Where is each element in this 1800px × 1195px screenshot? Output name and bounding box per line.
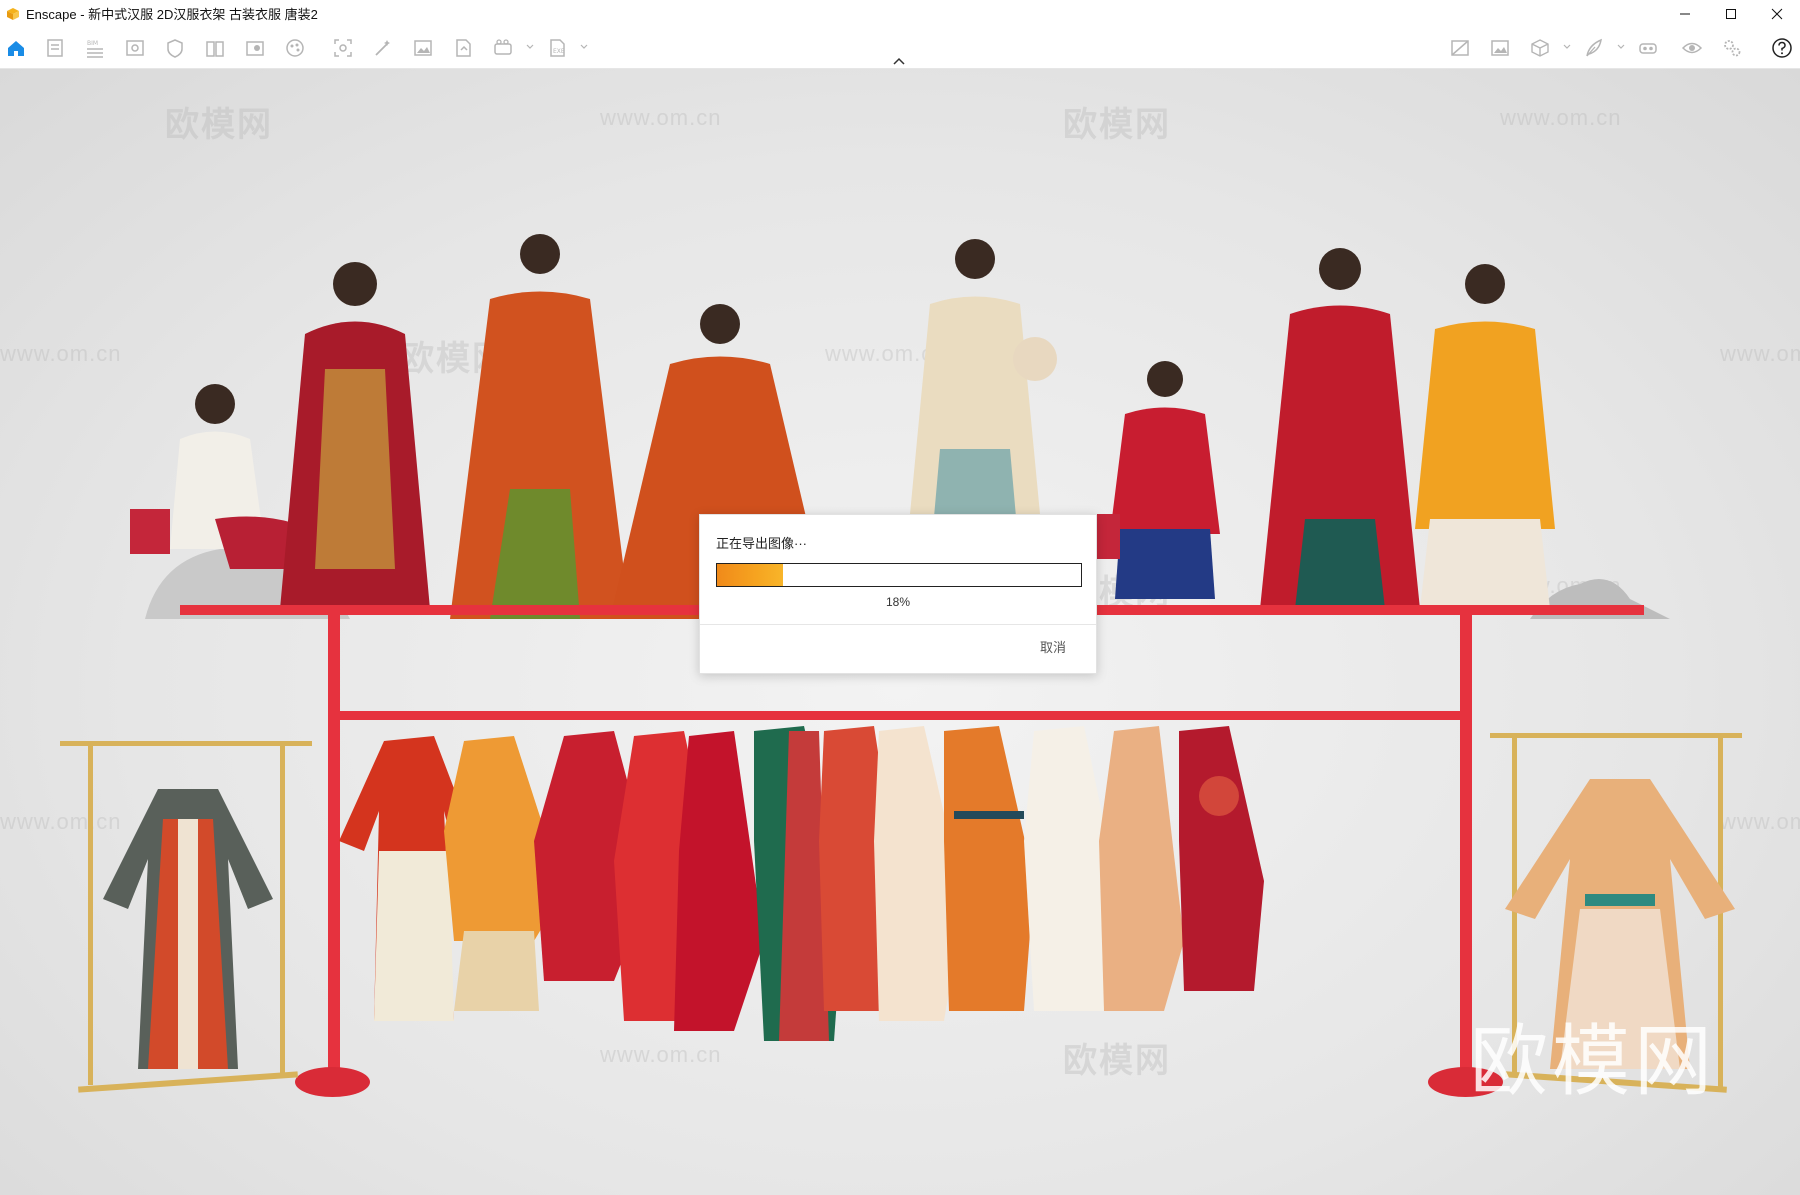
chevron-down-icon[interactable] <box>1563 43 1571 51</box>
video-icon[interactable] <box>492 37 514 59</box>
export-file-icon[interactable]: EXE <box>546 37 568 59</box>
home-icon[interactable] <box>5 37 27 59</box>
compare-icon[interactable] <box>1449 37 1471 59</box>
views-icon[interactable] <box>124 37 146 59</box>
garment-left-stand <box>103 789 273 1069</box>
export-progress-bar <box>716 563 1082 587</box>
enscape-logo-icon <box>7 7 19 20</box>
batch-render-icon[interactable] <box>372 37 394 59</box>
rack-hanging-bar <box>336 711 1464 720</box>
watermark: 欧模网 <box>1063 106 1171 144</box>
logo-watermark: 欧模网 <box>1470 1017 1717 1105</box>
watermark: www.om.cn <box>0 341 122 366</box>
sketch-icon[interactable] <box>44 37 66 59</box>
asset-library-icon[interactable] <box>244 37 266 59</box>
svg-text:EXE: EXE <box>553 48 565 55</box>
chevron-down-icon[interactable] <box>580 43 588 51</box>
window-controls <box>1662 0 1800 27</box>
watermark: www.om.cn <box>1720 341 1800 366</box>
dialog-title: 正在导出图像··· <box>716 536 807 551</box>
vr-headset-icon[interactable] <box>1637 37 1659 59</box>
cancel-button[interactable]: 取消 <box>1040 637 1066 656</box>
asset-shield-icon[interactable] <box>164 37 186 59</box>
watermark: 欧模网 <box>165 106 273 144</box>
help-icon[interactable] <box>1771 37 1793 59</box>
right-stand-top <box>1490 733 1742 738</box>
left-stand-top <box>60 741 312 746</box>
image-editor-icon[interactable] <box>1489 37 1511 59</box>
cube-icon[interactable] <box>1529 37 1551 59</box>
window-title: Enscape - 新中式汉服 2D汉服衣架 古装衣服 唐装2 <box>26 7 318 22</box>
library-icon[interactable] <box>204 37 226 59</box>
svg-text:BIM: BIM <box>87 40 98 47</box>
left-stand-post <box>88 745 93 1085</box>
dialog-divider <box>700 624 1096 625</box>
maximize-icon[interactable] <box>1708 0 1754 27</box>
export-progress-dialog: 正在导出图像··· 18% 取消 <box>699 514 1097 674</box>
chevron-down-icon[interactable] <box>1617 43 1625 51</box>
hanging-garments <box>339 726 1264 1041</box>
chevron-down-icon[interactable] <box>526 43 534 51</box>
feather-icon[interactable] <box>1583 37 1605 59</box>
watermark: www.om.cn <box>600 105 722 130</box>
export-icon[interactable] <box>452 37 474 59</box>
image-icon[interactable] <box>412 37 434 59</box>
minimize-icon[interactable] <box>1662 0 1708 27</box>
progress-percent-label: 18% <box>885 595 911 609</box>
close-icon[interactable] <box>1754 0 1800 27</box>
screenshot-icon[interactable] <box>332 37 354 59</box>
watermark: www.om.cn <box>1500 105 1622 130</box>
title-bar: Enscape - 新中式汉服 2D汉服衣架 古装衣服 唐装2 <box>0 0 1800 27</box>
settings-icon[interactable] <box>1721 37 1743 59</box>
bim-icon[interactable]: BIM <box>84 37 106 59</box>
materials-icon[interactable] <box>284 37 306 59</box>
eye-icon[interactable] <box>1681 37 1703 59</box>
progress-fill <box>717 564 783 586</box>
left-stand-post <box>280 745 285 1075</box>
collapse-toolbar-icon[interactable] <box>891 56 907 66</box>
